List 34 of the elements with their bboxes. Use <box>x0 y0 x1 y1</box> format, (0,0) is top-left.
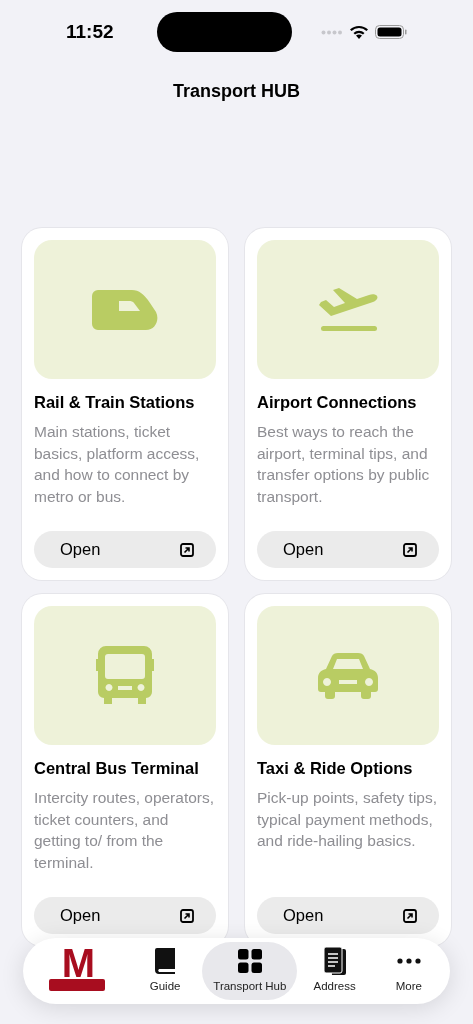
card-title: Airport Connections <box>257 392 418 413</box>
card-description: Pick-up points, safety tips, typical payment methods, and ride-hailing basics. <box>257 788 439 851</box>
car-icon <box>318 652 378 699</box>
card-description: Intercity routes, operators, ticket counters, and getting to/ from the terminal. <box>34 788 216 873</box>
open-external-icon <box>180 908 194 923</box>
open-button[interactable]: Open <box>34 531 216 568</box>
open-external-icon <box>403 908 417 923</box>
document-icon <box>323 946 346 975</box>
card-title: Central Bus Terminal <box>34 758 200 779</box>
battery-icon <box>375 25 407 39</box>
open-button[interactable]: Open <box>257 897 439 934</box>
open-button[interactable]: Open <box>257 531 439 568</box>
tab-item[interactable]: More <box>371 942 446 1000</box>
open-button[interactable]: Open <box>34 897 216 934</box>
card-description: Best ways to reach the airport, terminal tips, and transfer options by public transport. <box>257 422 431 507</box>
card-title: Taxi & Ride Options <box>257 758 414 779</box>
status-time: 11:52 <box>66 19 115 44</box>
train-icon <box>92 289 158 330</box>
card-title: Rail & Train Stations <box>34 392 196 413</box>
tab-item[interactable]: Guide <box>127 942 203 1000</box>
page-title: Transport HUB <box>173 80 300 103</box>
grid-icon <box>237 948 262 973</box>
book-icon <box>154 947 177 974</box>
bus-icon <box>96 645 154 706</box>
open-external-icon <box>180 542 194 557</box>
tab-item[interactable]: Address <box>297 942 372 1000</box>
metro-logo[interactable]: M <box>49 951 106 991</box>
wifi-icon <box>349 24 369 40</box>
more-icon <box>396 957 421 964</box>
open-external-icon <box>403 542 417 557</box>
tab-item[interactable]: Transport Hub <box>202 942 298 1000</box>
card-description: Main stations, ticket basics, platform access, and how to connect by metro or bus. <box>34 422 201 507</box>
airplane-departure-icon <box>317 287 379 332</box>
signal-icon <box>321 29 343 35</box>
